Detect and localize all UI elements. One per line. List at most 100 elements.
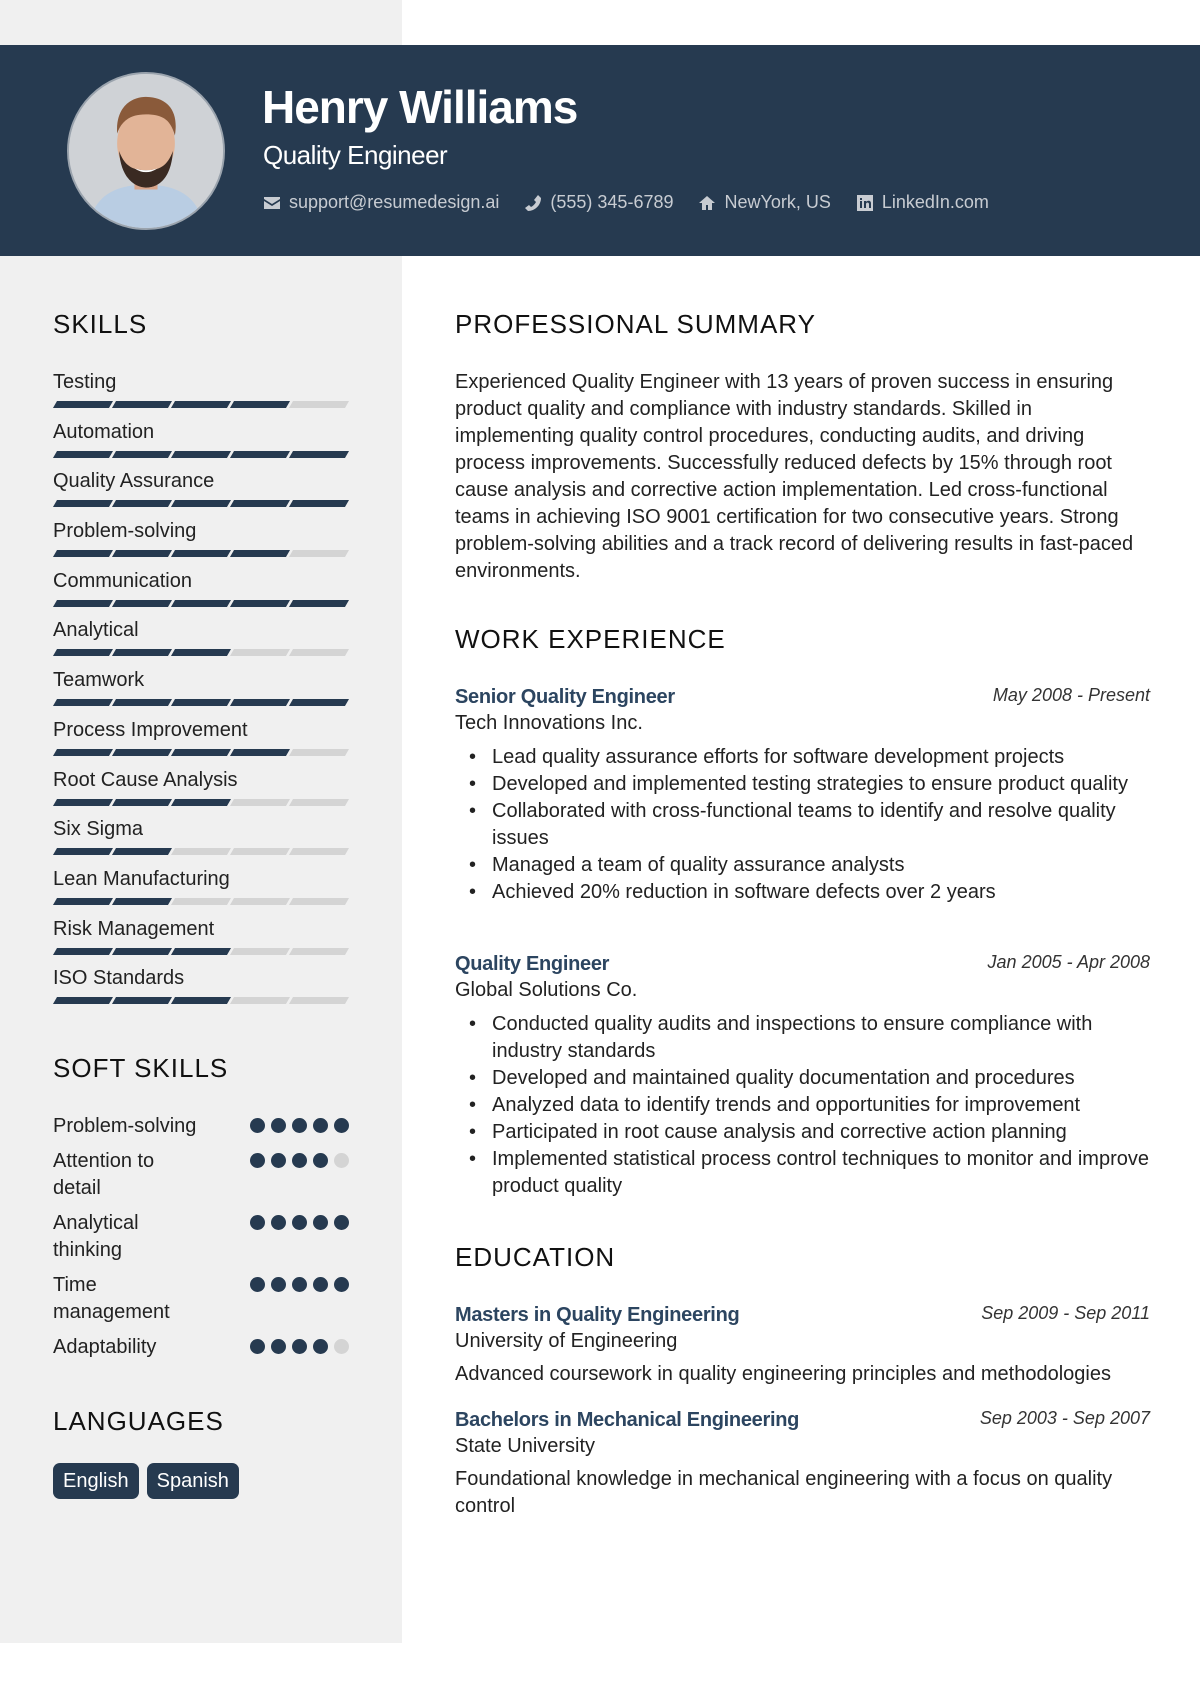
skill-name: Risk Management: [53, 917, 215, 940]
skill-segment-filled: [170, 401, 232, 408]
contact-linkedin[interactable]: LinkedIn.com: [855, 192, 989, 213]
skill-segment-filled: [288, 599, 350, 607]
soft-skill-rating: [250, 1272, 349, 1292]
job-company: Tech Innovations Inc.: [455, 712, 643, 734]
contact-email-text: support@resumedesign.ai: [289, 192, 500, 212]
rating-dot-filled: [292, 1215, 307, 1230]
skill-segment-filled: [170, 500, 232, 508]
language-badge: Spanish: [146, 1463, 239, 1499]
skill-segment-empty: [229, 848, 291, 856]
skill-level-bar: [52, 599, 350, 607]
education-date: Sep 2009 - Sep 2011: [981, 1303, 1150, 1323]
skill-segment-filled: [111, 401, 173, 408]
skill-segment-filled: [111, 550, 173, 558]
contact-linkedin-text: LinkedIn.com: [881, 192, 989, 212]
soft-skill-rating: [250, 1334, 349, 1354]
skill-segment-filled: [229, 699, 291, 707]
skill-level-bar: [52, 450, 350, 458]
skill-segment-filled: [288, 450, 350, 458]
skill-name: Lean Manufacturing: [53, 867, 230, 890]
contact-phone[interactable]: (555) 345-6789: [523, 192, 673, 213]
skill-name: Six Sigma: [53, 818, 144, 841]
contact-phone-text: (555) 345-6789: [550, 192, 674, 212]
skill-segment-filled: [170, 997, 232, 1005]
job-bullet: Developed and maintained quality documen…: [455, 1065, 1150, 1092]
skill-segment-filled: [52, 500, 114, 508]
skill-item: Six Sigma: [52, 816, 350, 866]
skill-item: Testing: [52, 369, 350, 419]
job-bullets: Conducted quality audits and inspections…: [455, 1011, 1150, 1200]
skill-item: ISO Standards: [52, 965, 350, 1015]
rating-dot-filled: [313, 1339, 328, 1354]
person-portrait-icon: [69, 74, 223, 228]
rating-dot-filled: [292, 1118, 307, 1133]
job-bullet: Lead quality assurance efforts for softw…: [455, 744, 1150, 771]
skill-item: Root Cause Analysis: [52, 767, 350, 817]
skill-segment-filled: [52, 947, 114, 955]
education-description: Advanced coursework in quality engineeri…: [455, 1363, 1111, 1385]
soft-skill-rating: [250, 1148, 349, 1168]
skill-segment-filled: [170, 798, 232, 806]
skill-segment-empty: [229, 649, 291, 657]
rating-dot-filled: [250, 1339, 265, 1354]
contact-list: support@resumedesign.ai (555) 345-6789 N…: [262, 192, 989, 213]
job-title: Senior Quality Engineer: [455, 686, 675, 708]
soft-skill-rating: [250, 1210, 349, 1230]
skill-segment-filled: [170, 550, 232, 558]
skill-item: Teamwork: [52, 667, 350, 717]
contact-location-text: NewYork, US: [724, 192, 831, 212]
skill-segment-empty: [229, 997, 291, 1005]
skill-segment-filled: [111, 798, 173, 806]
skill-level-bar: [52, 649, 350, 657]
skill-segment-filled: [52, 848, 114, 856]
rating-dot-filled: [292, 1277, 307, 1292]
skill-segment-filled: [52, 401, 114, 408]
skill-segment-empty: [288, 848, 350, 856]
skill-segment-empty: [288, 649, 350, 657]
contact-email[interactable]: support@resumedesign.ai: [262, 192, 499, 213]
candidate-title: Quality Engineer: [263, 140, 448, 170]
skill-segment-filled: [52, 699, 114, 707]
skill-level-bar: [52, 748, 350, 756]
skill-segment-filled: [229, 450, 291, 458]
skill-name: Testing: [53, 371, 117, 393]
job-bullet: Analyzed data to identify trends and opp…: [455, 1092, 1150, 1119]
rating-dot-filled: [292, 1153, 307, 1168]
rating-dot-filled: [250, 1118, 265, 1133]
soft-skills-list: Problem-solving Attention to detail Analyt…: [53, 1113, 349, 1369]
skill-segment-filled: [288, 500, 350, 508]
candidate-name: Henry Williams: [262, 81, 578, 133]
skill-segment-filled: [52, 798, 114, 806]
skill-segment-filled: [111, 699, 173, 707]
skill-segment-filled: [111, 997, 173, 1005]
skill-segment-empty: [288, 401, 350, 408]
soft-skill-item: Problem-solving: [53, 1113, 349, 1140]
rating-dot-filled: [271, 1339, 286, 1354]
education-entry: Bachelors in Mechanical Engineering Sep …: [455, 1407, 1150, 1520]
skill-segment-empty: [288, 897, 350, 905]
rating-dot-filled: [313, 1277, 328, 1292]
skill-segment-filled: [111, 500, 173, 508]
job-date: May 2008 - Present: [992, 685, 1150, 705]
skill-segment-filled: [111, 599, 173, 607]
experience-heading: WORK EXPERIENCE: [455, 624, 726, 654]
skill-segment-filled: [111, 450, 173, 458]
skill-name: Root Cause Analysis: [53, 768, 238, 791]
skill-level-bar: [52, 897, 350, 905]
education-description: Foundational knowledge in mechanical eng…: [455, 1468, 1113, 1517]
skill-level-bar: [52, 798, 350, 806]
rating-dot-filled: [313, 1153, 328, 1168]
skill-segment-filled: [111, 897, 173, 905]
job-entry: Quality Engineer Jan 2005 - Apr 2008 Glo…: [455, 951, 1150, 1200]
soft-skill-rating: [250, 1113, 349, 1133]
skill-name: Process Improvement: [53, 718, 248, 741]
skill-item: Process Improvement: [52, 717, 350, 767]
rating-dot-empty: [334, 1339, 349, 1354]
skill-name: Problem-solving: [53, 520, 197, 543]
skill-segment-filled: [52, 897, 114, 905]
skill-segment-filled: [229, 748, 291, 756]
skill-segment-empty: [229, 798, 291, 806]
skill-item: Risk Management: [52, 916, 350, 966]
skill-item: Quality Assurance: [52, 468, 350, 518]
rating-dot-empty: [334, 1153, 349, 1168]
